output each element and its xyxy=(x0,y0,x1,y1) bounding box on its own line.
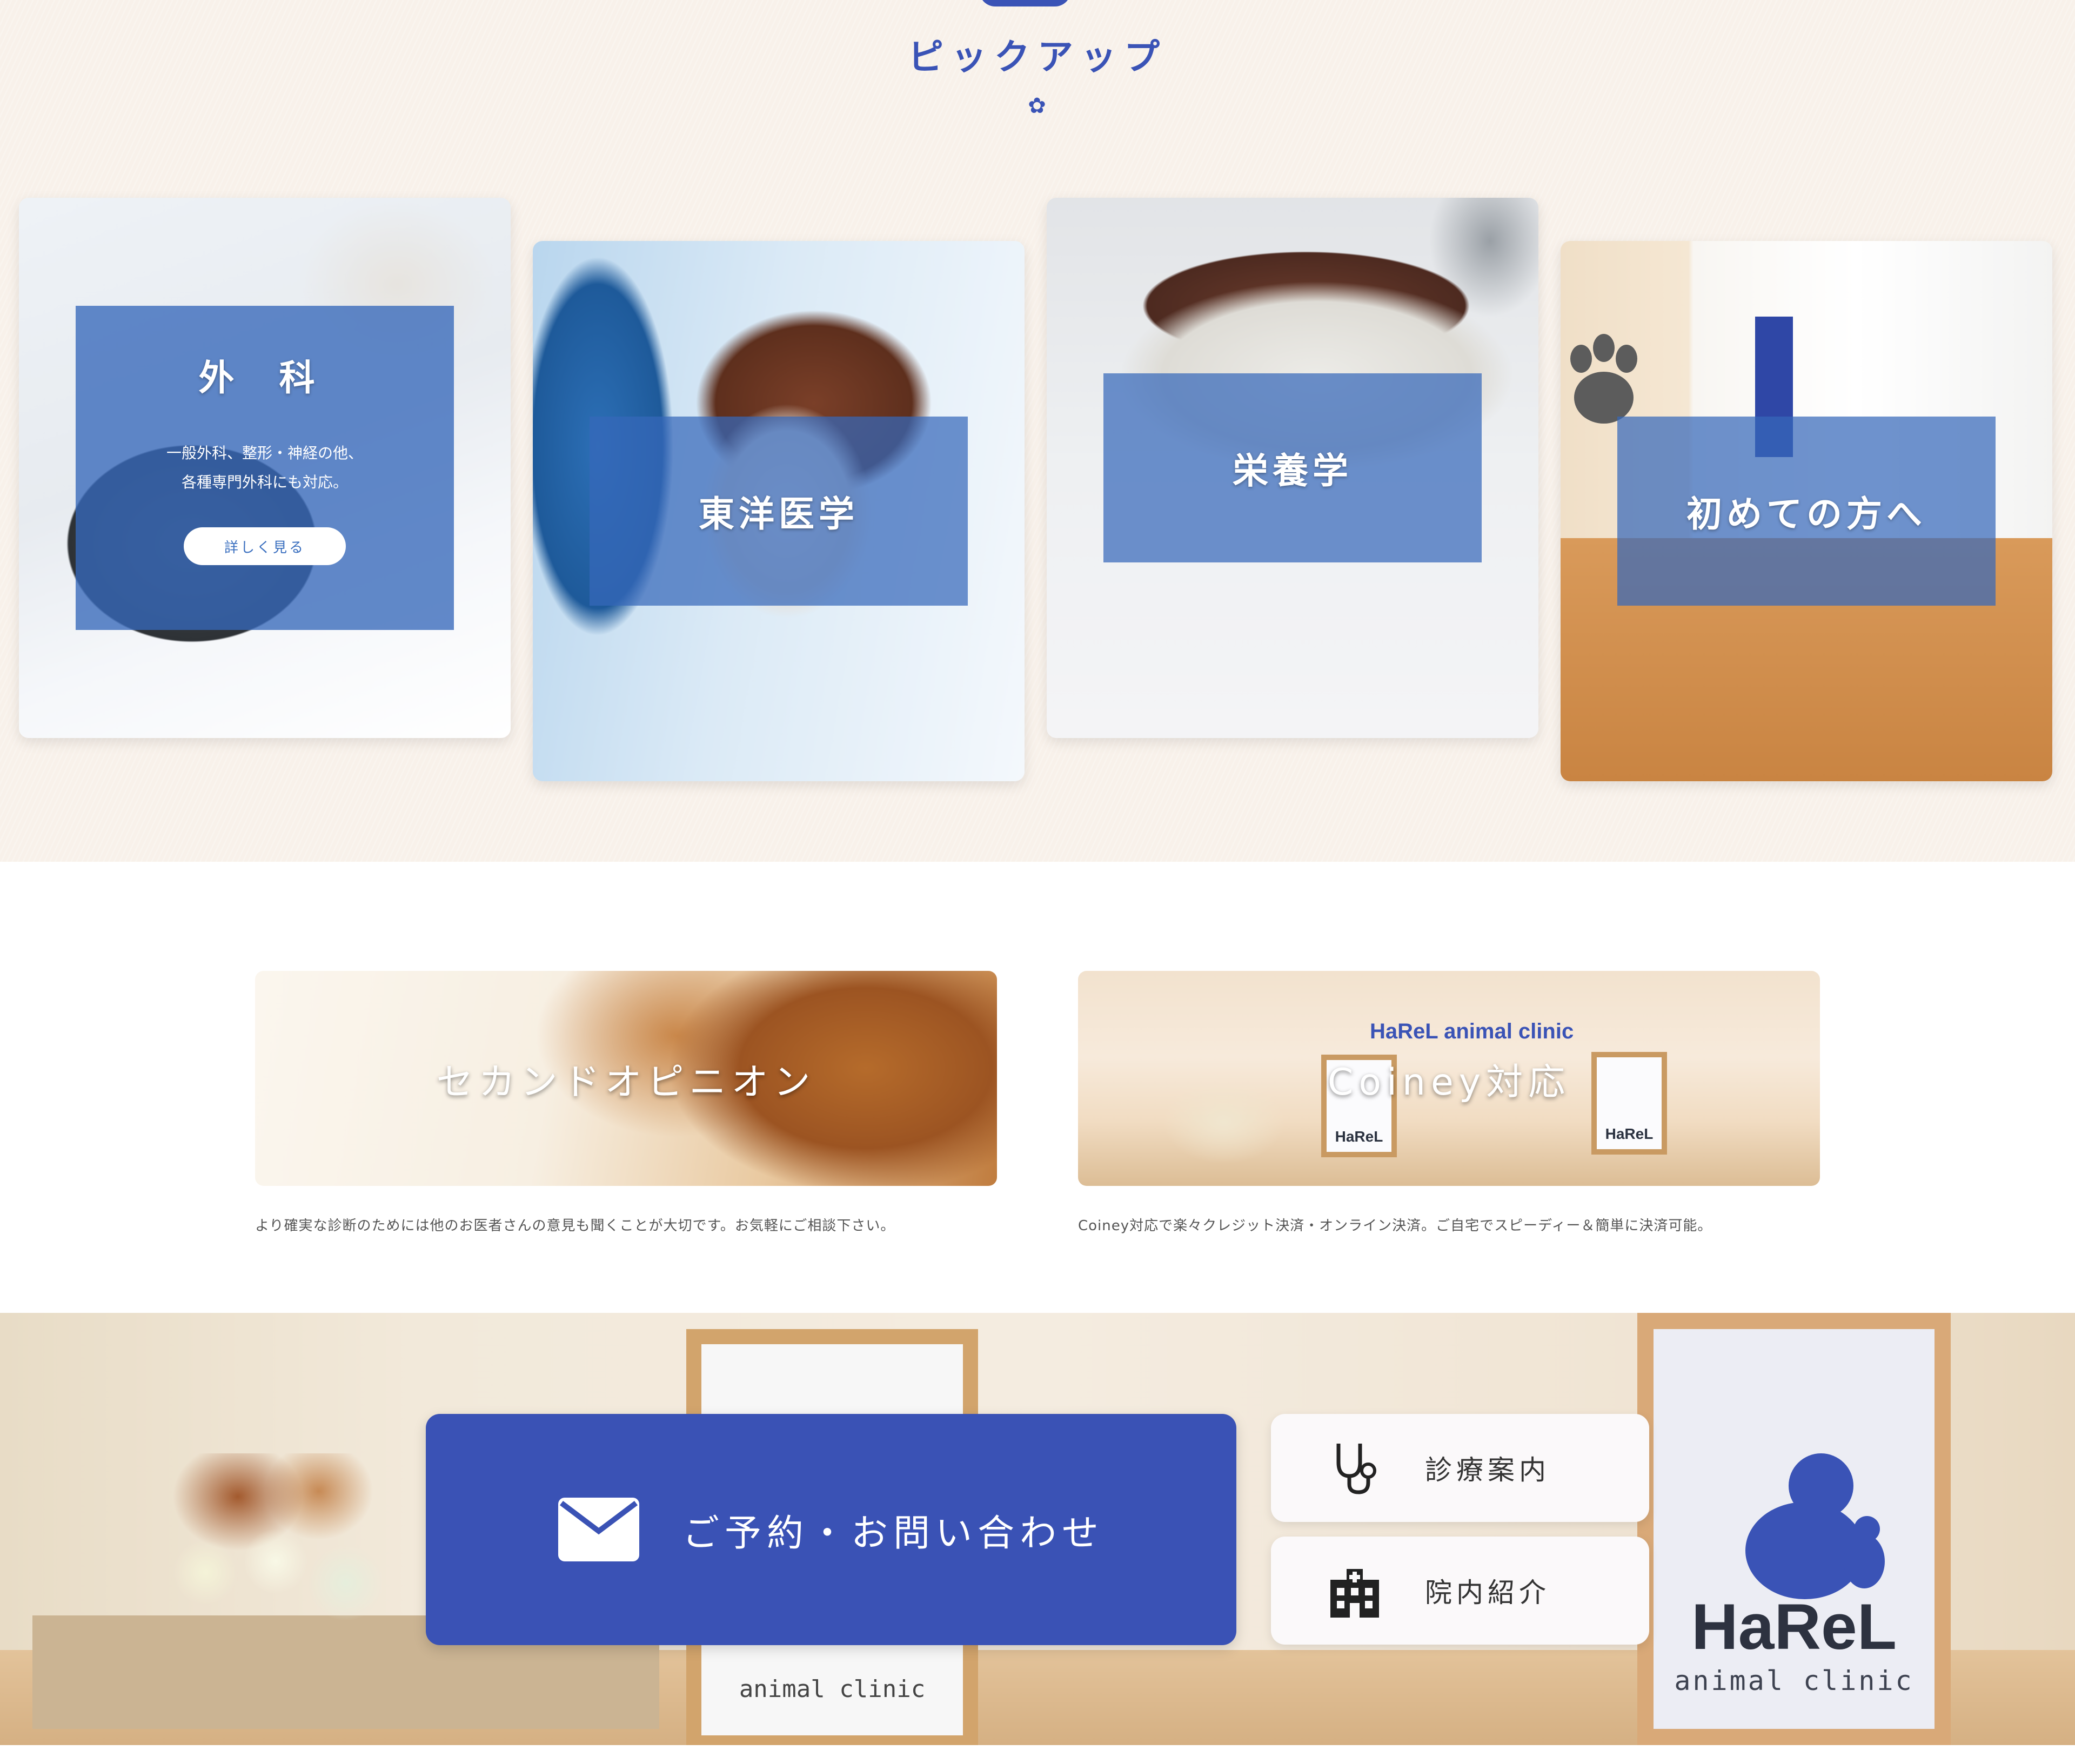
frame-logo-sub: animal clinic xyxy=(739,1675,926,1703)
card-label: 初めての方へ xyxy=(1686,493,1926,535)
flower-arrangement xyxy=(140,1453,411,1637)
card-overlay: 外 科 一般外科、整形・神経の他、 各種専門外科にも対応。 詳しく見る xyxy=(76,306,454,630)
dog-cat-logo-icon xyxy=(1745,1453,1885,1599)
section-title: ピックアップ xyxy=(908,36,1167,78)
pickup-section: ピックアップ ✿ 外 科 一般外科、整形・神経の他、 各種専門外科にも対応。 詳… xyxy=(0,0,2075,862)
pickup-card-nutrition[interactable]: 栄養学 xyxy=(1047,198,1538,738)
contact-button[interactable]: ご予約・お問い合わせ xyxy=(426,1414,1236,1645)
card-label: 外 科 xyxy=(198,357,331,399)
banner-caption: Coiney対応で楽々クレジット決済・オンライン決済。ご自宅でスピーディー＆簡単… xyxy=(1078,1218,1712,1234)
frame-logo: HaReL xyxy=(1335,1128,1383,1145)
clinic-sign: HaReL animal clinic xyxy=(1370,1020,1574,1043)
card-label: 東洋医学 xyxy=(699,493,859,535)
coiney-banner[interactable]: HaReL animal clinic HaReL HaReL Coiney対応 xyxy=(1078,971,1820,1186)
button-label: 診療案内 xyxy=(1425,1454,1550,1486)
photo-frame: HaReL xyxy=(1591,1052,1667,1155)
logo-mark xyxy=(979,0,1071,6)
frame-logo: HaReL xyxy=(1605,1125,1654,1142)
banner-caption: より確実な診断のためには他のお医者さんの意見も聞くことが大切です。お気軽にご相談… xyxy=(255,1218,895,1234)
banner-label: Coiney対応 xyxy=(1327,1061,1571,1104)
card-label: 栄養学 xyxy=(1233,450,1353,492)
hospital-icon xyxy=(1330,1569,1379,1618)
contact-label: ご予約・お問い合わせ xyxy=(682,1512,1104,1555)
banner-label: セカンドオピニオン xyxy=(436,1061,816,1104)
clinic-logo-text: HaReL xyxy=(1691,1591,1897,1663)
mail-icon xyxy=(558,1498,639,1561)
pickup-card-oriental-medicine[interactable]: 東洋医学 xyxy=(533,241,1025,781)
button-label: 院内紹介 xyxy=(1425,1577,1550,1608)
card-description: 一般外科、整形・神経の他、 各種専門外科にも対応。 xyxy=(166,439,363,497)
flower-icon: ✿ xyxy=(1028,93,1046,118)
card-overlay: 初めての方へ xyxy=(1617,417,1996,606)
card-overlay: 東洋医学 xyxy=(590,417,968,606)
more-button[interactable]: 詳しく見る xyxy=(184,527,346,565)
desc-line: 一般外科、整形・神経の他、 xyxy=(166,444,363,462)
stethoscope-icon xyxy=(1336,1444,1376,1494)
logo-frame: HaReL animal clinic xyxy=(1637,1313,1951,1745)
clinic-logo-sub: animal clinic xyxy=(1674,1665,1914,1696)
clinic-tour-button[interactable]: 院内紹介 xyxy=(1271,1537,1649,1645)
medical-info-button[interactable]: 診療案内 xyxy=(1271,1414,1649,1522)
card-overlay: 栄養学 xyxy=(1103,373,1482,562)
pickup-card-surgery[interactable]: 外 科 一般外科、整形・神経の他、 各種専門外科にも対応。 詳しく見る xyxy=(19,198,511,738)
desc-line: 各種専門外科にも対応。 xyxy=(181,473,348,491)
second-opinion-banner[interactable]: セカンドオピニオン xyxy=(255,971,997,1186)
pickup-card-first-visit[interactable]: 初めての方へ xyxy=(1561,241,2052,781)
